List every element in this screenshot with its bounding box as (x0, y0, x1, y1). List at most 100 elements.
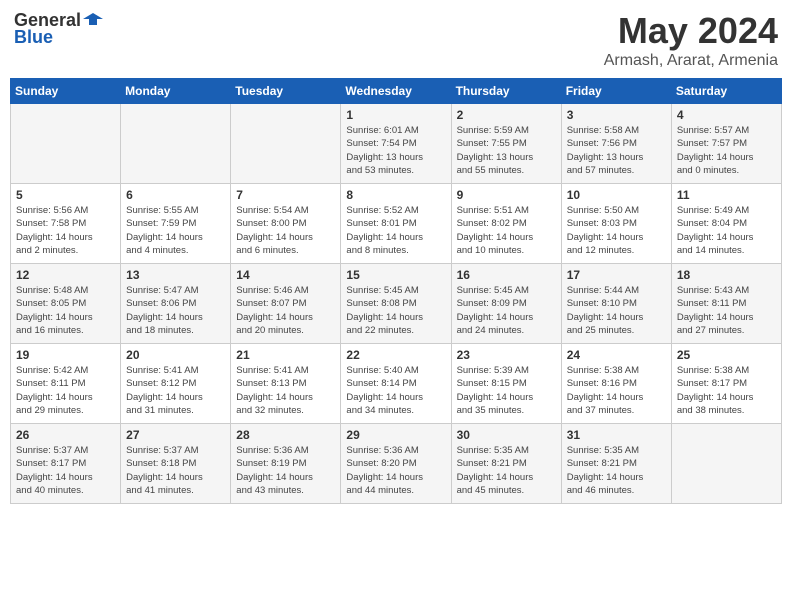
day-number: 24 (567, 348, 666, 362)
calendar-title: May 2024 (604, 10, 778, 52)
calendar-cell: 29 Sunrise: 5:36 AM Sunset: 8:20 PM Dayli… (341, 424, 451, 504)
day-info: Sunrise: 5:37 AM Sunset: 8:18 PM Dayligh… (126, 444, 225, 497)
week-row-4: 19 Sunrise: 5:42 AM Sunset: 8:11 PM Dayli… (11, 344, 782, 424)
logo-blue-text: Blue (14, 27, 53, 48)
calendar-cell: 19 Sunrise: 5:42 AM Sunset: 8:11 PM Dayli… (11, 344, 121, 424)
header-day-friday: Friday (561, 79, 671, 104)
day-info: Sunrise: 5:46 AM Sunset: 8:07 PM Dayligh… (236, 284, 335, 337)
week-row-1: 1Sunrise: 6:01 AM Sunset: 7:54 PM Daylig… (11, 104, 782, 184)
day-info: Sunrise: 5:45 AM Sunset: 8:08 PM Dayligh… (346, 284, 445, 337)
day-info: Sunrise: 5:38 AM Sunset: 8:16 PM Dayligh… (567, 364, 666, 417)
calendar-cell: 17Sunrise: 5:44 AM Sunset: 8:10 PM Dayli… (561, 264, 671, 344)
calendar-cell: 25Sunrise: 5:38 AM Sunset: 8:17 PM Dayli… (671, 344, 781, 424)
page-header: General Blue May 2024 Armash, Ararat, Ar… (10, 10, 782, 70)
day-info: Sunrise: 5:36 AM Sunset: 8:20 PM Dayligh… (346, 444, 445, 497)
day-info: Sunrise: 5:57 AM Sunset: 7:57 PM Dayligh… (677, 124, 776, 177)
day-info: Sunrise: 5:39 AM Sunset: 8:15 PM Dayligh… (457, 364, 556, 417)
day-number: 20 (126, 348, 225, 362)
header-day-saturday: Saturday (671, 79, 781, 104)
week-row-2: 5Sunrise: 5:56 AM Sunset: 7:58 PM Daylig… (11, 184, 782, 264)
day-info: Sunrise: 5:48 AM Sunset: 8:05 PM Dayligh… (16, 284, 115, 337)
calendar-cell: 30 Sunrise: 5:35 AM Sunset: 8:21 PM Dayli… (451, 424, 561, 504)
day-number: 29 (346, 428, 445, 442)
week-row-3: 12 Sunrise: 5:48 AM Sunset: 8:05 PM Dayli… (11, 264, 782, 344)
day-info: Sunrise: 5:41 AM Sunset: 8:12 PM Dayligh… (126, 364, 225, 417)
calendar-cell: 23 Sunrise: 5:39 AM Sunset: 8:15 PM Dayli… (451, 344, 561, 424)
calendar-cell: 13Sunrise: 5:47 AM Sunset: 8:06 PM Dayli… (121, 264, 231, 344)
header-row: SundayMondayTuesdayWednesdayThursdayFrid… (11, 79, 782, 104)
calendar-cell: 3 Sunrise: 5:58 AM Sunset: 7:56 PM Daylig… (561, 104, 671, 184)
calendar-cell: 14 Sunrise: 5:46 AM Sunset: 8:07 PM Dayli… (231, 264, 341, 344)
day-number: 25 (677, 348, 776, 362)
day-number: 8 (346, 188, 445, 202)
calendar-cell: 10Sunrise: 5:50 AM Sunset: 8:03 PM Dayli… (561, 184, 671, 264)
header-day-tuesday: Tuesday (231, 79, 341, 104)
day-number: 16 (457, 268, 556, 282)
day-info: Sunrise: 5:54 AM Sunset: 8:00 PM Dayligh… (236, 204, 335, 257)
calendar-cell: 6 Sunrise: 5:55 AM Sunset: 7:59 PM Daylig… (121, 184, 231, 264)
day-number: 19 (16, 348, 115, 362)
calendar-cell: 16 Sunrise: 5:45 AM Sunset: 8:09 PM Dayli… (451, 264, 561, 344)
calendar-cell: 18 Sunrise: 5:43 AM Sunset: 8:11 PM Dayli… (671, 264, 781, 344)
calendar-cell (231, 104, 341, 184)
day-info: Sunrise: 5:49 AM Sunset: 8:04 PM Dayligh… (677, 204, 776, 257)
day-number: 15 (346, 268, 445, 282)
day-number: 12 (16, 268, 115, 282)
day-number: 11 (677, 188, 776, 202)
day-info: Sunrise: 5:55 AM Sunset: 7:59 PM Dayligh… (126, 204, 225, 257)
day-number: 30 (457, 428, 556, 442)
day-info: Sunrise: 5:50 AM Sunset: 8:03 PM Dayligh… (567, 204, 666, 257)
day-info: Sunrise: 5:51 AM Sunset: 8:02 PM Dayligh… (457, 204, 556, 257)
day-number: 27 (126, 428, 225, 442)
calendar-cell: 24 Sunrise: 5:38 AM Sunset: 8:16 PM Dayli… (561, 344, 671, 424)
calendar-location: Armash, Ararat, Armenia (604, 52, 778, 70)
day-number: 4 (677, 108, 776, 122)
day-number: 23 (457, 348, 556, 362)
logo-bird-icon (83, 11, 103, 31)
calendar-cell: 20 Sunrise: 5:41 AM Sunset: 8:12 PM Dayli… (121, 344, 231, 424)
calendar-cell (11, 104, 121, 184)
day-number: 22 (346, 348, 445, 362)
day-info: Sunrise: 5:45 AM Sunset: 8:09 PM Dayligh… (457, 284, 556, 337)
day-number: 18 (677, 268, 776, 282)
day-info: Sunrise: 5:52 AM Sunset: 8:01 PM Dayligh… (346, 204, 445, 257)
week-row-5: 26Sunrise: 5:37 AM Sunset: 8:17 PM Dayli… (11, 424, 782, 504)
day-number: 17 (567, 268, 666, 282)
day-number: 6 (126, 188, 225, 202)
day-info: Sunrise: 5:59 AM Sunset: 7:55 PM Dayligh… (457, 124, 556, 177)
day-number: 14 (236, 268, 335, 282)
day-info: Sunrise: 5:58 AM Sunset: 7:56 PM Dayligh… (567, 124, 666, 177)
day-info: Sunrise: 5:47 AM Sunset: 8:06 PM Dayligh… (126, 284, 225, 337)
day-number: 28 (236, 428, 335, 442)
day-number: 7 (236, 188, 335, 202)
calendar-cell: 27 Sunrise: 5:37 AM Sunset: 8:18 PM Dayli… (121, 424, 231, 504)
header-day-sunday: Sunday (11, 79, 121, 104)
day-number: 2 (457, 108, 556, 122)
calendar-cell: 31 Sunrise: 5:35 AM Sunset: 8:21 PM Dayli… (561, 424, 671, 504)
calendar-cell (121, 104, 231, 184)
day-info: Sunrise: 5:42 AM Sunset: 8:11 PM Dayligh… (16, 364, 115, 417)
day-number: 31 (567, 428, 666, 442)
header-day-thursday: Thursday (451, 79, 561, 104)
calendar-cell: 4 Sunrise: 5:57 AM Sunset: 7:57 PM Daylig… (671, 104, 781, 184)
day-info: Sunrise: 5:35 AM Sunset: 8:21 PM Dayligh… (567, 444, 666, 497)
day-info: Sunrise: 5:36 AM Sunset: 8:19 PM Dayligh… (236, 444, 335, 497)
day-info: Sunrise: 6:01 AM Sunset: 7:54 PM Dayligh… (346, 124, 445, 177)
calendar-cell: 8 Sunrise: 5:52 AM Sunset: 8:01 PM Daylig… (341, 184, 451, 264)
calendar-cell: 7 Sunrise: 5:54 AM Sunset: 8:00 PM Daylig… (231, 184, 341, 264)
calendar-cell: 11 Sunrise: 5:49 AM Sunset: 8:04 PM Dayli… (671, 184, 781, 264)
calendar-cell: 2 Sunrise: 5:59 AM Sunset: 7:55 PM Daylig… (451, 104, 561, 184)
day-info: Sunrise: 5:56 AM Sunset: 7:58 PM Dayligh… (16, 204, 115, 257)
day-number: 3 (567, 108, 666, 122)
day-info: Sunrise: 5:37 AM Sunset: 8:17 PM Dayligh… (16, 444, 115, 497)
calendar-cell: 26Sunrise: 5:37 AM Sunset: 8:17 PM Dayli… (11, 424, 121, 504)
header-day-monday: Monday (121, 79, 231, 104)
calendar-cell: 21Sunrise: 5:41 AM Sunset: 8:13 PM Dayli… (231, 344, 341, 424)
day-info: Sunrise: 5:35 AM Sunset: 8:21 PM Dayligh… (457, 444, 556, 497)
calendar-cell: 5Sunrise: 5:56 AM Sunset: 7:58 PM Daylig… (11, 184, 121, 264)
day-number: 9 (457, 188, 556, 202)
day-info: Sunrise: 5:41 AM Sunset: 8:13 PM Dayligh… (236, 364, 335, 417)
day-info: Sunrise: 5:43 AM Sunset: 8:11 PM Dayligh… (677, 284, 776, 337)
day-info: Sunrise: 5:40 AM Sunset: 8:14 PM Dayligh… (346, 364, 445, 417)
title-block: May 2024 Armash, Ararat, Armenia (604, 10, 778, 70)
